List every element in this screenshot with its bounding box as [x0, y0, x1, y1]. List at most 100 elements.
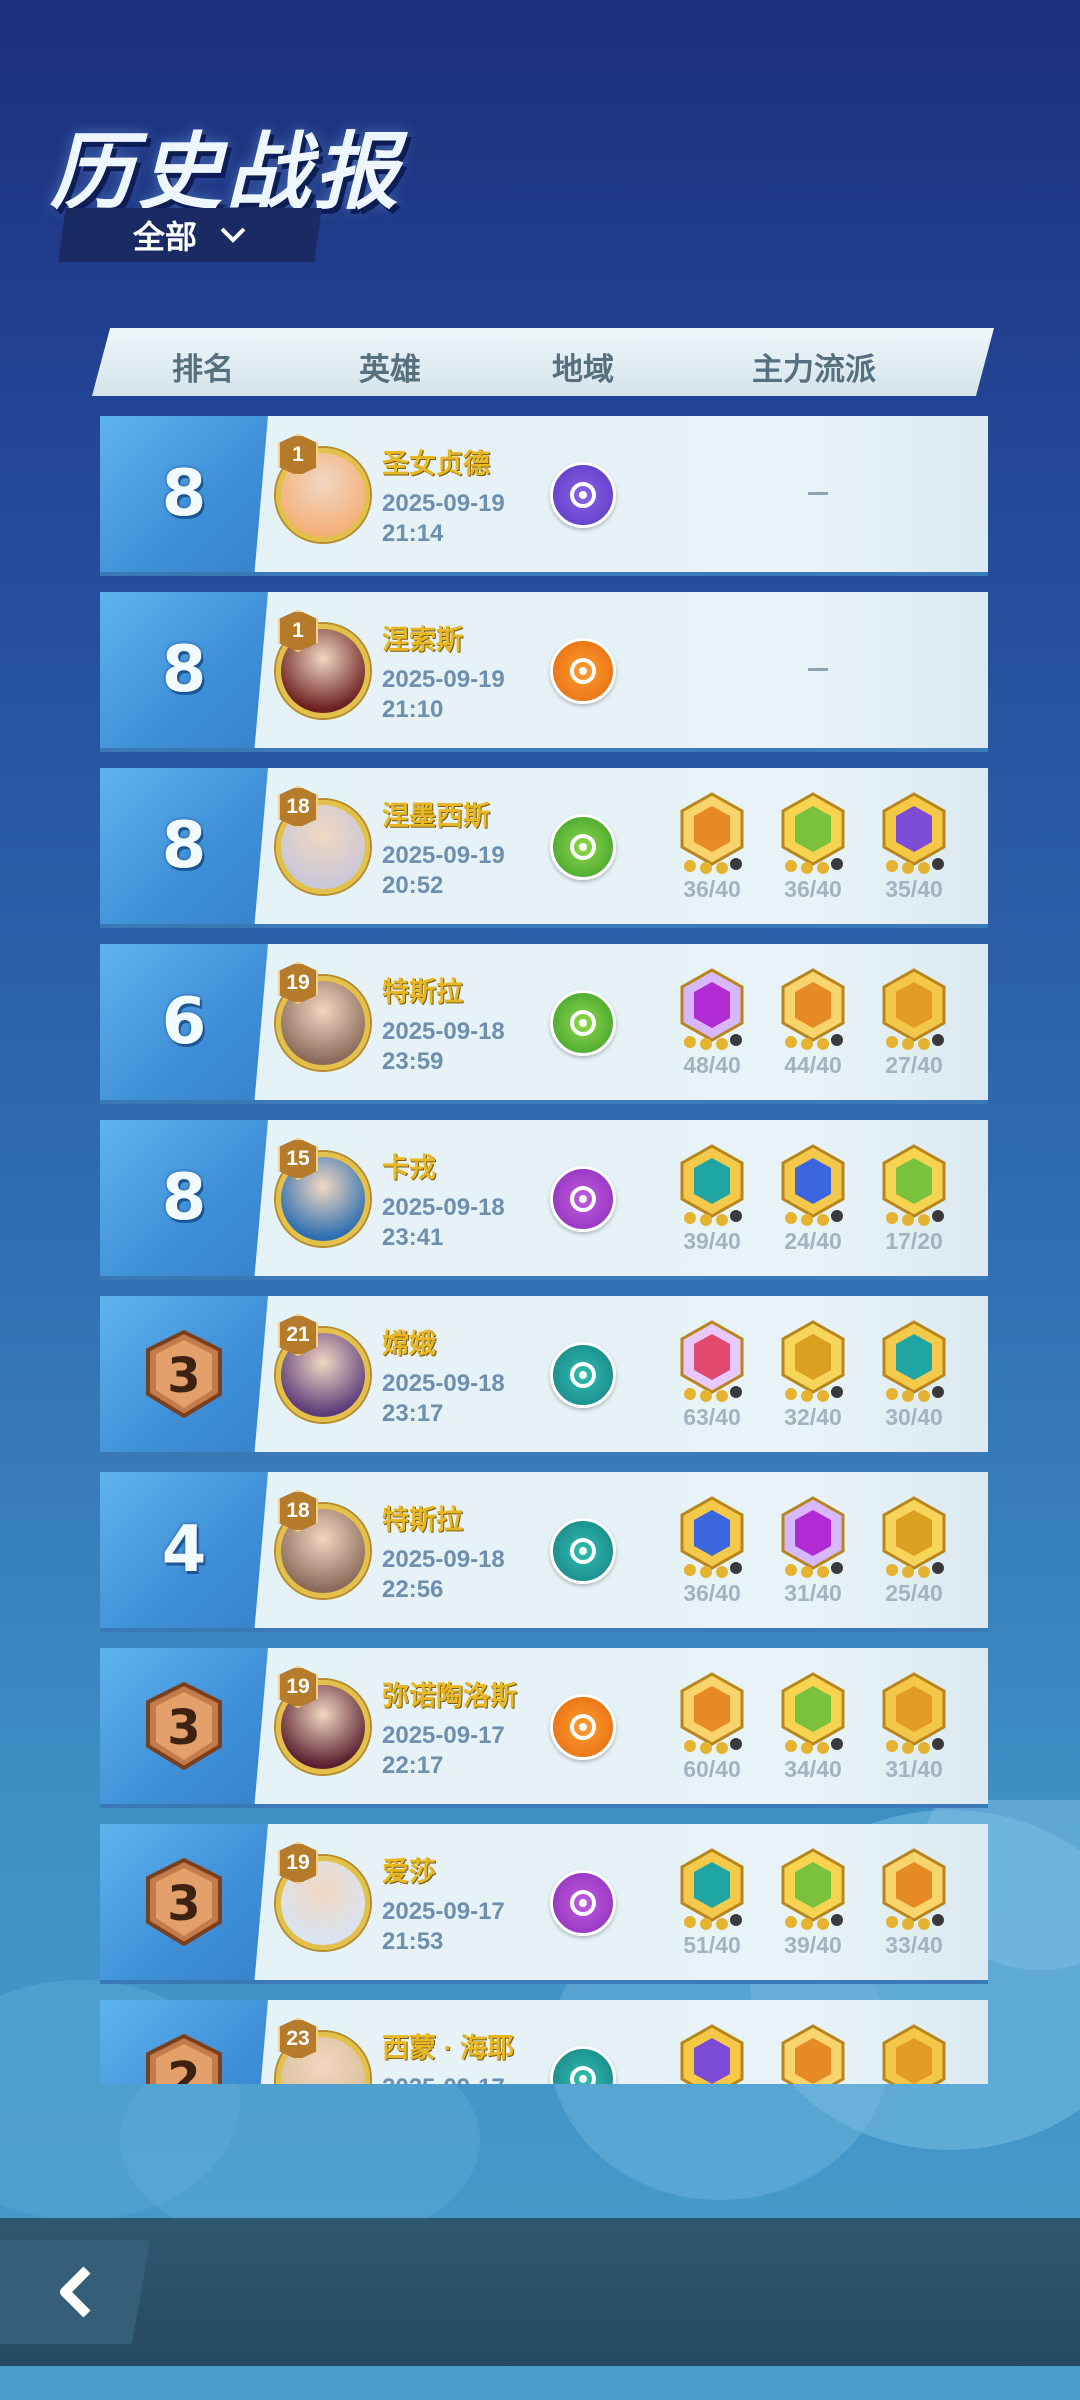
green-cross-icon [781, 792, 845, 866]
record-row[interactable]: 2 23西蒙 · 海耶2025-09-17 [100, 2000, 988, 2084]
region-glyph [570, 1890, 596, 1916]
trait-progress-dots [886, 1562, 944, 1578]
shield-icon [882, 968, 946, 1042]
trait-item[interactable]: 25/40 [872, 1496, 956, 1612]
trait-count: 31/40 [885, 1756, 943, 1782]
trait-item[interactable] [670, 2024, 754, 2084]
magenta-gear-region-icon[interactable] [550, 1870, 616, 1936]
green-pentagram-region-icon[interactable] [550, 814, 616, 880]
trait-item[interactable]: 35/40 [872, 792, 956, 908]
filter-dropdown[interactable]: 全部 [58, 208, 322, 262]
record-row[interactable]: 3 19 弥诺陶洛斯 2025-09-17 22:17 60/40 34/40 … [100, 1648, 988, 1808]
orange-crest-icon [882, 1848, 946, 1922]
trait-item[interactable]: 36/40 [670, 1496, 754, 1612]
trait-progress-dots [785, 1738, 843, 1754]
rank-cell: 3 [100, 1296, 268, 1452]
match-time: 23:17 [382, 1400, 444, 1427]
region-glyph [570, 1362, 596, 1388]
match-date: 2025-09-17 [382, 1722, 505, 1749]
record-row[interactable]: 8 1 圣女贞德 2025-09-19 21:14 [100, 416, 988, 576]
trait-count: 25/40 [885, 1580, 943, 1606]
trait-item[interactable] [771, 2024, 855, 2084]
trait-item[interactable]: 39/40 [771, 1848, 855, 1964]
trait-item[interactable]: 31/40 [771, 1496, 855, 1612]
rank-number: 3 [167, 1700, 200, 1756]
rank-cell: 6 [100, 944, 268, 1100]
record-row[interactable]: 8 18 涅墨西斯 2025-09-19 20:52 36/40 36/40 3… [100, 768, 988, 928]
purple-sword-icon [882, 792, 946, 866]
rank-cell: 3 [100, 1648, 268, 1804]
trait-count: 27/40 [885, 1052, 943, 1078]
trait-progress-dots [886, 1738, 944, 1754]
hero-name: 爱莎 [382, 1857, 436, 1887]
trait-count: 63/40 [683, 1404, 741, 1430]
trait-progress-dots [886, 1210, 944, 1226]
purple-claw-icon [781, 1496, 845, 1570]
blue-star-icon [781, 1144, 845, 1218]
rank-cell: 8 [100, 592, 268, 748]
rank-cell: 8 [100, 416, 268, 572]
trait-progress-dots [684, 1914, 742, 1930]
green-pentagram-region-icon[interactable] [550, 990, 616, 1056]
rank-number: 8 [161, 457, 207, 531]
teal-tree-region-icon[interactable] [550, 1342, 616, 1408]
battle-record-list[interactable]: 8 1 圣女贞德 2025-09-19 21:14 8 1 涅索斯 2025-09-19 21:… [100, 416, 988, 2084]
record-row[interactable]: 6 19 特斯拉 2025-09-18 23:59 48/40 44/40 27… [100, 944, 988, 1104]
teal-tree-region-icon[interactable] [550, 1518, 616, 1584]
hero-name: 弥诺陶洛斯 [382, 1681, 517, 1711]
orange-helmet-region-icon[interactable] [550, 1694, 616, 1760]
trait-item[interactable]: 32/40 [771, 1320, 855, 1436]
trait-count: 51/40 [683, 1932, 741, 1958]
rank-badge-icon: 3 [146, 1330, 222, 1418]
trait-item[interactable]: 44/40 [771, 968, 855, 1084]
teal-tree-region-icon[interactable] [550, 2046, 616, 2084]
trait-item[interactable]: 36/40 [670, 792, 754, 908]
rank-number: 8 [161, 809, 207, 883]
rank-badge-icon: 3 [146, 1858, 222, 1946]
record-row[interactable]: 4 18 特斯拉 2025-09-18 22:56 36/40 31/40 25… [100, 1472, 988, 1632]
record-row[interactable]: 8 15 卡戎 2025-09-18 23:41 39/40 24/40 17/… [100, 1120, 988, 1280]
trait-item[interactable]: 39/40 [670, 1144, 754, 1260]
trait-item[interactable]: 31/40 [872, 1672, 956, 1788]
trait-item[interactable]: 33/40 [872, 1848, 956, 1964]
trait-item[interactable]: 63/40 [670, 1320, 754, 1436]
rank-cell: 4 [100, 1472, 268, 1628]
trait-item[interactable]: 51/40 [670, 1848, 754, 1964]
trait-item[interactable] [872, 2024, 956, 2084]
green-cross-icon [781, 1672, 845, 1746]
magenta-gear-region-icon[interactable] [550, 1166, 616, 1232]
record-row[interactable]: 3 21 嫦娥 2025-09-18 23:17 63/40 32/40 30/… [100, 1296, 988, 1456]
record-row[interactable]: 8 1 涅索斯 2025-09-19 21:10 [100, 592, 988, 752]
trait-count: 32/40 [784, 1404, 842, 1430]
back-button[interactable] [0, 2240, 150, 2344]
match-time: 21:14 [382, 520, 444, 547]
trait-item[interactable]: 60/40 [670, 1672, 754, 1788]
region-glyph [570, 1538, 596, 1564]
header-hero: 英雄 [359, 352, 421, 387]
trait-count: 36/40 [683, 876, 741, 902]
hero-name: 嫦娥 [382, 1329, 436, 1359]
hero-name: 圣女贞德 [382, 449, 490, 479]
trait-count: 44/40 [784, 1052, 842, 1078]
teal-snowflake-icon [882, 1320, 946, 1394]
purple-eye-region-icon[interactable] [550, 462, 616, 528]
orange-crest-icon [680, 792, 744, 866]
trait-count: 31/40 [784, 1580, 842, 1606]
trait-item[interactable]: 27/40 [872, 968, 956, 1084]
trait-item[interactable]: 48/40 [670, 968, 754, 1084]
trait-item[interactable]: 34/40 [771, 1672, 855, 1788]
trait-progress-dots [684, 1034, 742, 1050]
region-glyph [570, 1186, 596, 1212]
trait-item[interactable]: 36/40 [771, 792, 855, 908]
chevron-down-icon [220, 227, 246, 243]
trait-progress-dots [785, 1034, 843, 1050]
trait-item[interactable]: 17/20 [872, 1144, 956, 1260]
trait-item[interactable]: 24/40 [771, 1144, 855, 1260]
header-rank: 排名 [172, 352, 234, 387]
rank-number: 6 [161, 985, 207, 1059]
trait-item[interactable]: 30/40 [872, 1320, 956, 1436]
record-row[interactable]: 3 19 爱莎 2025-09-17 21:53 51/40 39/40 33/… [100, 1824, 988, 1984]
trait-count: 36/40 [784, 876, 842, 902]
region-glyph [570, 482, 596, 508]
orange-helmet-region-icon[interactable] [550, 638, 616, 704]
